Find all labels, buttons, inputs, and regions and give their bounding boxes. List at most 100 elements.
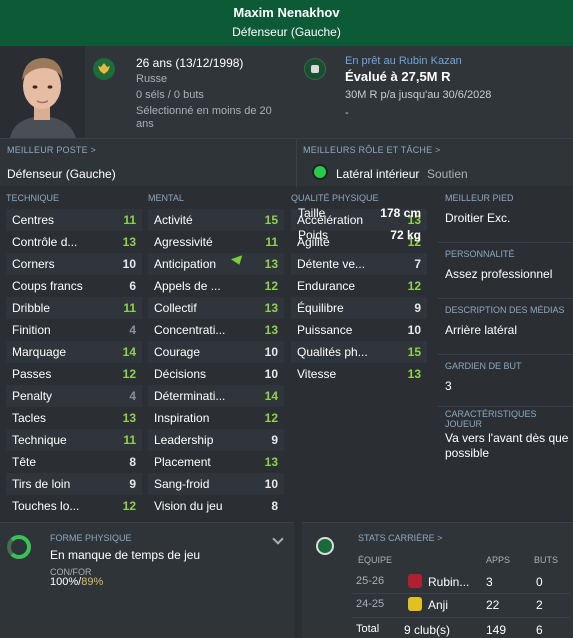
technique-attribute-row[interactable]: Contrôle d... 13 — [6, 231, 142, 253]
attribute-name: Coups francs — [12, 279, 83, 293]
career-stats-panel: STATS CARRIÈRE > ÉQUIPE APPS BUTS 25-26 … — [302, 522, 573, 638]
mental-attribute-row[interactable]: Appels de ... 12 — [148, 275, 284, 297]
mental-attribute-row[interactable]: Décisions 10 — [148, 363, 284, 385]
career-row[interactable]: 24-25 Anji 22 2 — [352, 594, 570, 616]
loan-status-link[interactable]: En prêt au Rubin Kazan — [345, 54, 565, 68]
condition-sharpness-values: 100%/89% — [50, 576, 104, 588]
attribute-value: 12 — [264, 279, 278, 293]
attribute-value: 14 — [122, 345, 136, 359]
physical-attribute-row[interactable]: Qualités ph... 15 — [291, 341, 427, 363]
attribute-value: 11 — [123, 433, 136, 447]
physical-attribute-row[interactable]: Puissance 10 — [291, 319, 427, 341]
attribute-name: Équilibre — [297, 301, 344, 315]
mental-attribute-row[interactable]: Leadership 9 — [148, 429, 284, 451]
goalkeeper-label: GARDIEN DE BUT — [445, 361, 522, 371]
attribute-name: Décisions — [154, 367, 207, 381]
physical-attribute-row[interactable]: Vitesse 13 — [291, 363, 427, 385]
attribute-name: Agressivité — [154, 235, 213, 249]
mental-attribute-row[interactable]: Agressivité 11 — [148, 231, 284, 253]
goalkeeper-value: 3 — [445, 379, 452, 393]
attribute-value: 12 — [122, 499, 136, 513]
attribute-name: Leadership — [154, 433, 214, 447]
technique-attribute-row[interactable]: Coups francs 6 — [6, 275, 142, 297]
technique-attribute-row[interactable]: Dribble 11 — [6, 297, 142, 319]
mental-attribute-row[interactable]: Vision du jeu 8 — [148, 495, 284, 517]
attribute-value: 13 — [264, 257, 278, 271]
attribute-value: 9 — [414, 301, 421, 315]
club-crest-icon — [408, 574, 422, 588]
technique-attribute-row[interactable]: Technique 11 — [6, 429, 142, 451]
physical-attribute-row[interactable]: Détente ve... 7 — [291, 253, 427, 275]
career-row[interactable]: 25-26 Rubin... 3 0 — [352, 571, 570, 593]
technique-attribute-row[interactable]: Corners 10 — [6, 253, 142, 275]
player-age: 26 ans (13/12/1998) — [136, 56, 244, 70]
attribute-name: Placement — [154, 455, 211, 469]
technique-attribute-row[interactable]: Tacles 13 — [6, 407, 142, 429]
goals: 2 — [536, 598, 543, 612]
mental-attribute-row[interactable]: Placement 13 — [148, 451, 284, 473]
divider — [352, 617, 570, 618]
attribute-value: 8 — [129, 455, 136, 469]
attribute-value: 12 — [264, 411, 278, 425]
player-details-panel: MEILLEUR PIED Droitier Exc. PERSONNALITÉ… — [438, 187, 573, 519]
condition-value: 100% — [50, 576, 79, 588]
sharpness-value: 89% — [81, 576, 104, 588]
mental-attribute-row[interactable]: Activité 15 — [148, 209, 284, 231]
physical-attribute-row[interactable]: Endurance 12 — [291, 275, 427, 297]
attribute-value: 13 — [122, 235, 136, 249]
international-selection: Sélectionné en moins de 20 ans — [136, 105, 272, 130]
mental-attribute-row[interactable]: Courage 10 — [148, 341, 284, 363]
attribute-name: Vitesse — [297, 367, 337, 381]
technique-attribute-row[interactable]: Touches lo... 12 — [6, 495, 142, 517]
attribute-name: Vision du jeu — [154, 499, 223, 513]
technique-attribute-row[interactable]: Marquage 14 — [6, 341, 142, 363]
mental-header: MENTAL — [148, 193, 184, 203]
attribute-value: 10 — [264, 345, 278, 359]
club-name[interactable]: Anji — [428, 598, 448, 612]
attribute-value: 4 — [129, 389, 136, 403]
technique-attribute-row[interactable]: Finition 4 — [6, 319, 142, 341]
player-header: Maxim Nenakhov Défenseur (Gauche) — [0, 0, 573, 46]
personality-block: PERSONNALITÉ Assez professionnel — [438, 243, 573, 299]
player-value: Évalué à 27,5M R — [345, 69, 451, 84]
attribute-value: 10 — [264, 477, 278, 491]
attribute-value: 12 — [407, 279, 421, 293]
technique-attribute-row[interactable]: Tirs de loin 9 — [6, 473, 142, 495]
mental-attribute-row[interactable]: Sang-froid 10 — [148, 473, 284, 495]
physical-attribute-row[interactable]: Équilibre 9 — [291, 297, 427, 319]
attribute-name: Endurance — [297, 279, 356, 293]
mental-attribute-row[interactable]: Inspiration 12 — [148, 407, 284, 429]
nation-emblem-icon[interactable] — [93, 58, 115, 80]
mental-attribute-row[interactable]: Anticipation 13 — [148, 253, 284, 275]
contract-info: 30M R p/a jusqu'au 30/6/2028 — [345, 89, 492, 101]
mental-attribute-row[interactable]: Déterminati... 14 — [148, 385, 284, 407]
best-position-link[interactable]: MEILLEUR POSTE > — [7, 145, 96, 155]
goals: 0 — [536, 575, 543, 589]
mental-attribute-row[interactable]: Concentrati... 13 — [148, 319, 284, 341]
appearances: 3 — [486, 575, 493, 589]
player-nationality[interactable]: Russe — [136, 71, 286, 87]
best-position-value: Défenseur (Gauche) — [7, 167, 116, 181]
chevron-down-icon[interactable] — [272, 533, 284, 545]
team-column-header: ÉQUIPE — [358, 555, 393, 565]
height-label: Taille — [298, 206, 326, 220]
international-caps: 0 séls / 0 buts — [136, 89, 204, 101]
appearances: 22 — [486, 598, 500, 612]
career-stats-link[interactable]: STATS CARRIÈRE > — [358, 533, 442, 543]
technique-attribute-row[interactable]: Passes 12 — [6, 363, 142, 385]
attribute-name: Marquage — [12, 345, 67, 359]
preferred-foot-label: MEILLEUR PIED — [445, 193, 514, 203]
technique-attribute-row[interactable]: Penalty 4 — [6, 385, 142, 407]
total-goals: 6 — [536, 623, 543, 637]
club-name[interactable]: Rubin... — [428, 575, 469, 589]
best-role-link[interactable]: MEILLEURS RÔLE ET TÂCHE > — [303, 145, 440, 155]
apps-column-header: APPS — [486, 555, 511, 565]
mental-attribute-row[interactable]: Collectif 13 — [148, 297, 284, 319]
body-stats: Taille 178 cm Poids 72 kg — [291, 202, 427, 246]
technique-attribute-row[interactable]: Tête 8 — [6, 451, 142, 473]
weight-value: 72 kg — [390, 228, 421, 242]
club-crest-icon[interactable] — [304, 58, 326, 80]
technique-attribute-row[interactable]: Centres 11 — [6, 209, 142, 231]
player-name: Maxim Nenakhov — [233, 5, 340, 20]
weight-label: Poids — [298, 228, 329, 242]
